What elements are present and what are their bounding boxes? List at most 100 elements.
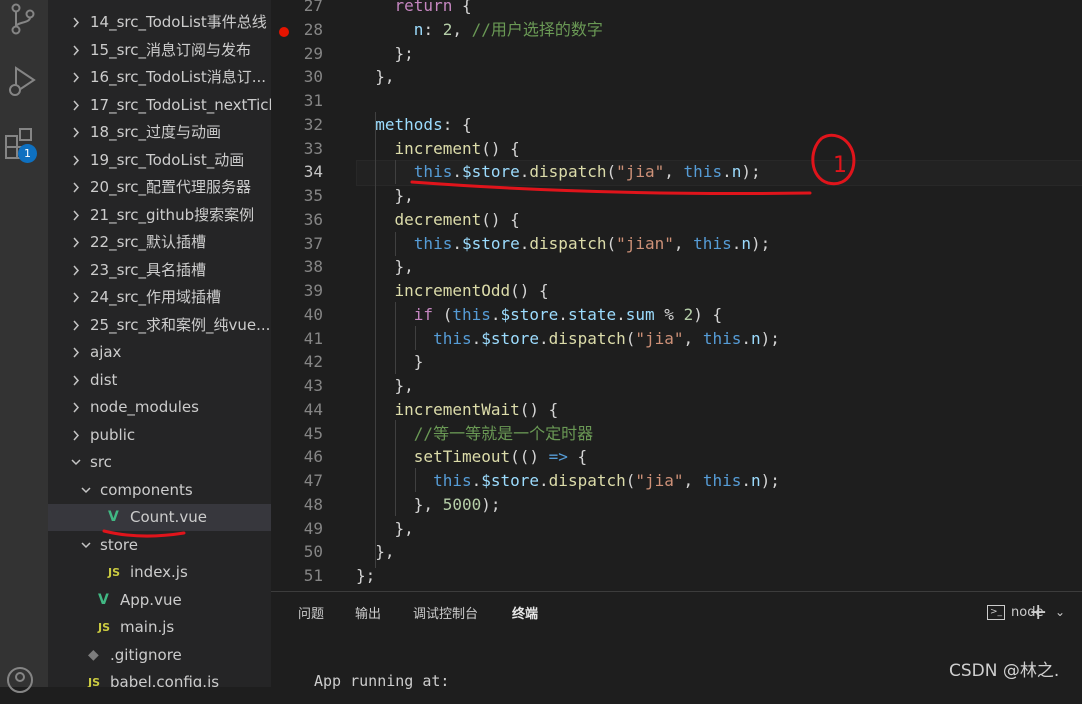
tree-item[interactable]: 17_src_TodoList_nextTick: [48, 92, 271, 119]
tree-item-label: App.vue: [120, 591, 182, 609]
javascript-file-icon: JS: [88, 676, 101, 687]
tree-item-label: src: [90, 453, 112, 471]
tree-item-label: 23_src_具名插槽: [90, 261, 206, 279]
tree-item[interactable]: dist: [48, 367, 271, 394]
chevron-down-icon: [80, 532, 92, 559]
code-line[interactable]: this.$store.dispatch("jian", this.n);: [356, 232, 770, 256]
tree-item[interactable]: 14_src_TodoList事件总线: [48, 9, 271, 36]
terminal-icon: >_: [987, 605, 1005, 620]
code-line[interactable]: decrement() {: [356, 208, 520, 232]
panel-tab[interactable]: 调试控制台: [413, 592, 478, 638]
code-token: n: [731, 162, 742, 182]
panel-tab[interactable]: 输出: [355, 592, 381, 638]
code-token: },: [356, 494, 443, 514]
line-number: 36: [303, 209, 323, 229]
code-line[interactable]: return {: [356, 0, 472, 18]
code-line[interactable]: },: [356, 65, 394, 89]
tree-item[interactable]: 21_src_github搜索案例: [48, 202, 271, 229]
code-token: this: [702, 328, 742, 348]
code-line[interactable]: }: [356, 350, 424, 374]
code-token: .: [616, 304, 626, 324]
line-number: 32: [303, 114, 323, 134]
tree-item-label: 16_src_TodoList消息订...: [90, 68, 267, 86]
tree-item-label: store: [100, 536, 138, 554]
tree-item[interactable]: ◆ .gitignore: [48, 642, 271, 669]
watermark: CSDN @林之.: [949, 661, 1060, 681]
code-line[interactable]: incrementOdd() {: [356, 279, 549, 303]
tree-item[interactable]: 24_src_作用域插槽: [48, 284, 271, 311]
tree-item[interactable]: JS main.js: [48, 614, 271, 641]
code-token: $store: [481, 328, 540, 348]
code-token: dispatch: [548, 328, 626, 348]
code-token: {: [567, 447, 588, 467]
line-number: 45: [303, 423, 323, 443]
code-token: "jia": [635, 471, 684, 490]
code-line[interactable]: };: [356, 564, 375, 588]
code-token: ,: [683, 328, 703, 348]
tree-item[interactable]: 25_src_求和案例_纯vue...: [48, 312, 271, 339]
code-token: dispatch: [529, 162, 607, 182]
code-token: (: [433, 304, 453, 324]
vue-file-icon: V: [108, 509, 119, 525]
panel-tab[interactable]: 终端: [512, 592, 538, 638]
chevron-right-icon: [70, 284, 82, 311]
code-token: 5000: [442, 494, 482, 514]
panel-tab[interactable]: 问题: [298, 592, 324, 638]
code-line[interactable]: },: [356, 255, 414, 279]
tree-item[interactable]: 16_src_TodoList消息订...: [48, 64, 271, 91]
chevron-down-icon: [80, 477, 92, 504]
code-token: .: [741, 471, 751, 490]
code-line[interactable]: }, 5000);: [356, 493, 501, 517]
tree-item[interactable]: 18_src_过度与动画: [48, 119, 271, 146]
source-control-icon[interactable]: [4, 0, 44, 40]
tree-item[interactable]: 20_src_配置代理服务器: [48, 174, 271, 201]
line-number: 37: [303, 233, 323, 253]
code-line[interactable]: },: [356, 184, 414, 208]
code-line[interactable]: increment() {: [356, 137, 520, 161]
chevron-down-icon[interactable]: ⌄: [1055, 605, 1065, 619]
code-line[interactable]: },: [356, 540, 394, 564]
line-number: 44: [303, 399, 323, 419]
tree-item[interactable]: 22_src_默认插槽: [48, 229, 271, 256]
add-terminal-icon[interactable]: +: [1029, 600, 1047, 625]
tree-item[interactable]: JS babel.config.js: [48, 669, 271, 687]
chevron-right-icon: [70, 9, 82, 36]
code-line[interactable]: };: [356, 42, 414, 66]
tree-item[interactable]: 15_src_消息订阅与发布: [48, 37, 271, 64]
activity-bar: 1: [0, 0, 48, 693]
tree-item[interactable]: V Count.vue: [48, 504, 271, 531]
code-token: $store: [500, 304, 559, 324]
code-line[interactable]: //等一等就是一个定时器: [356, 422, 593, 446]
code-token: 2: [683, 304, 694, 324]
code-line[interactable]: n: 2, //用户选择的数字: [356, 18, 603, 42]
tree-item[interactable]: components: [48, 477, 271, 504]
code-line[interactable]: },: [356, 517, 414, 541]
code-line[interactable]: },: [356, 374, 414, 398]
code-line[interactable]: this.$store.dispatch("jia", this.n);: [356, 160, 761, 184]
tree-item[interactable]: ajax: [48, 339, 271, 366]
code-token: ,: [452, 19, 472, 39]
tree-item[interactable]: src: [48, 449, 271, 476]
code-editor[interactable]: 27 return {28 n: 2, //用户选择的数字 29 }; 30 }, 3…: [271, 0, 1082, 591]
code-line[interactable]: methods: {: [356, 113, 471, 137]
tree-item-label: 22_src_默认插槽: [90, 233, 206, 251]
account-icon[interactable]: [4, 660, 44, 700]
javascript-file-icon: JS: [98, 621, 111, 634]
code-token: ,: [673, 233, 694, 253]
tree-item[interactable]: V App.vue: [48, 587, 271, 614]
chevron-right-icon: [70, 312, 82, 339]
code-line[interactable]: this.$store.dispatch("jia", this.n);: [356, 327, 780, 351]
tree-item[interactable]: JS index.js: [48, 559, 271, 586]
tree-item[interactable]: node_modules: [48, 394, 271, 421]
run-debug-icon[interactable]: [4, 62, 44, 102]
tree-item[interactable]: public: [48, 422, 271, 449]
tree-item[interactable]: 23_src_具名插槽: [48, 257, 271, 284]
code-line[interactable]: incrementWait() {: [356, 398, 559, 422]
tree-item[interactable]: store: [48, 532, 271, 559]
code-line[interactable]: this.$store.dispatch("jia", this.n);: [356, 469, 780, 493]
line-number: 31: [303, 91, 323, 110]
code-line[interactable]: if (this.$store.state.sum % 2) {: [356, 303, 722, 327]
code-line[interactable]: setTimeout(() => {: [356, 445, 587, 469]
code-token: .: [539, 328, 549, 348]
tree-item[interactable]: 19_src_TodoList_动画: [48, 147, 271, 174]
